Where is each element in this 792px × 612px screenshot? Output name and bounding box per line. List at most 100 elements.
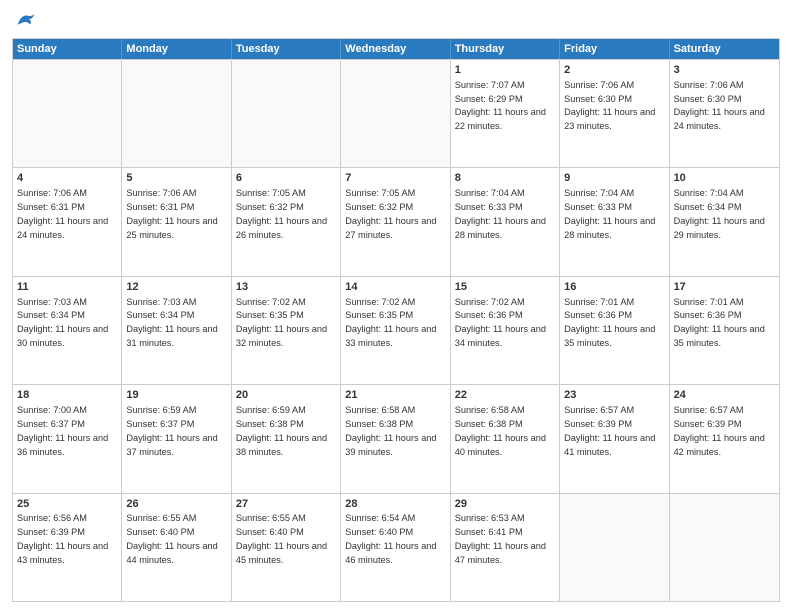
empty-cell	[670, 494, 779, 601]
day-cell-26: 26Sunrise: 6:55 AMSunset: 6:40 PMDayligh…	[122, 494, 231, 601]
weekday-header-saturday: Saturday	[670, 39, 779, 59]
day-number: 5	[126, 171, 226, 186]
calendar-row-1: 4 Sunrise: 7:06 AMSunset: 6:31 PMDaylight…	[13, 167, 779, 275]
day-cell-9: 9 Sunrise: 7:04 AMSunset: 6:33 PMDaylight…	[560, 168, 669, 275]
logo	[12, 10, 36, 32]
sun-info: Sunrise: 7:00 AMSunset: 6:37 PMDaylight:…	[17, 405, 108, 456]
sun-info: Sunrise: 6:58 AMSunset: 6:38 PMDaylight:…	[455, 405, 546, 456]
sun-info: Sunrise: 6:54 AMSunset: 6:40 PMDaylight:…	[345, 513, 436, 564]
empty-cell	[122, 60, 231, 167]
day-number: 24	[674, 388, 775, 403]
day-cell-15: 15 Sunrise: 7:02 AMSunset: 6:36 PMDayligh…	[451, 277, 560, 384]
sun-info: Sunrise: 6:56 AMSunset: 6:39 PMDaylight:…	[17, 513, 108, 564]
sun-info: Sunrise: 7:06 AMSunset: 6:30 PMDaylight:…	[564, 80, 655, 131]
day-number: 1	[455, 63, 555, 78]
day-number: 15	[455, 280, 555, 295]
day-cell-20: 20 Sunrise: 6:59 AMSunset: 6:38 PMDayligh…	[232, 385, 341, 492]
sun-info: Sunrise: 6:53 AMSunset: 6:41 PMDaylight:…	[455, 513, 546, 564]
calendar-row-4: 25Sunrise: 6:56 AMSunset: 6:39 PMDayligh…	[13, 493, 779, 601]
calendar: SundayMondayTuesdayWednesdayThursdayFrid…	[12, 38, 780, 602]
day-cell-24: 24Sunrise: 6:57 AMSunset: 6:39 PMDayligh…	[670, 385, 779, 492]
day-cell-23: 23 Sunrise: 6:57 AMSunset: 6:39 PMDayligh…	[560, 385, 669, 492]
day-number: 29	[455, 497, 555, 512]
calendar-body: 1 Sunrise: 7:07 AMSunset: 6:29 PMDaylight…	[13, 59, 779, 601]
sun-info: Sunrise: 7:01 AMSunset: 6:36 PMDaylight:…	[674, 297, 765, 348]
day-number: 13	[236, 280, 336, 295]
day-cell-5: 5 Sunrise: 7:06 AMSunset: 6:31 PMDaylight…	[122, 168, 231, 275]
day-number: 3	[674, 63, 775, 78]
day-number: 8	[455, 171, 555, 186]
day-number: 9	[564, 171, 664, 186]
day-number: 19	[126, 388, 226, 403]
day-cell-4: 4 Sunrise: 7:06 AMSunset: 6:31 PMDaylight…	[13, 168, 122, 275]
day-cell-7: 7 Sunrise: 7:05 AMSunset: 6:32 PMDaylight…	[341, 168, 450, 275]
sun-info: Sunrise: 6:55 AMSunset: 6:40 PMDaylight:…	[236, 513, 327, 564]
day-cell-27: 27Sunrise: 6:55 AMSunset: 6:40 PMDayligh…	[232, 494, 341, 601]
sun-info: Sunrise: 6:59 AMSunset: 6:38 PMDaylight:…	[236, 405, 327, 456]
weekday-header-friday: Friday	[560, 39, 669, 59]
day-number: 6	[236, 171, 336, 186]
sun-info: Sunrise: 7:04 AMSunset: 6:34 PMDaylight:…	[674, 188, 765, 239]
day-number: 17	[674, 280, 775, 295]
day-cell-22: 22 Sunrise: 6:58 AMSunset: 6:38 PMDayligh…	[451, 385, 560, 492]
day-cell-3: 3 Sunrise: 7:06 AMSunset: 6:30 PMDaylight…	[670, 60, 779, 167]
day-number: 12	[126, 280, 226, 295]
calendar-row-3: 18Sunrise: 7:00 AMSunset: 6:37 PMDayligh…	[13, 384, 779, 492]
sun-info: Sunrise: 7:03 AMSunset: 6:34 PMDaylight:…	[17, 297, 108, 348]
day-cell-16: 16 Sunrise: 7:01 AMSunset: 6:36 PMDayligh…	[560, 277, 669, 384]
day-cell-8: 8 Sunrise: 7:04 AMSunset: 6:33 PMDaylight…	[451, 168, 560, 275]
sun-info: Sunrise: 7:05 AMSunset: 6:32 PMDaylight:…	[345, 188, 436, 239]
day-cell-11: 11 Sunrise: 7:03 AMSunset: 6:34 PMDayligh…	[13, 277, 122, 384]
weekday-header-monday: Monday	[122, 39, 231, 59]
day-number: 7	[345, 171, 445, 186]
day-cell-21: 21 Sunrise: 6:58 AMSunset: 6:38 PMDayligh…	[341, 385, 450, 492]
sun-info: Sunrise: 6:55 AMSunset: 6:40 PMDaylight:…	[126, 513, 217, 564]
day-number: 28	[345, 497, 445, 512]
weekday-header-wednesday: Wednesday	[341, 39, 450, 59]
day-cell-28: 28Sunrise: 6:54 AMSunset: 6:40 PMDayligh…	[341, 494, 450, 601]
empty-cell	[232, 60, 341, 167]
empty-cell	[341, 60, 450, 167]
sun-info: Sunrise: 6:57 AMSunset: 6:39 PMDaylight:…	[564, 405, 655, 456]
weekday-header-thursday: Thursday	[451, 39, 560, 59]
sun-info: Sunrise: 7:05 AMSunset: 6:32 PMDaylight:…	[236, 188, 327, 239]
day-cell-17: 17 Sunrise: 7:01 AMSunset: 6:36 PMDayligh…	[670, 277, 779, 384]
day-number: 4	[17, 171, 117, 186]
weekday-header-tuesday: Tuesday	[232, 39, 341, 59]
day-number: 21	[345, 388, 445, 403]
day-number: 16	[564, 280, 664, 295]
header	[12, 10, 780, 32]
day-number: 23	[564, 388, 664, 403]
sun-info: Sunrise: 7:02 AMSunset: 6:35 PMDaylight:…	[345, 297, 436, 348]
sun-info: Sunrise: 7:02 AMSunset: 6:36 PMDaylight:…	[455, 297, 546, 348]
calendar-row-0: 1 Sunrise: 7:07 AMSunset: 6:29 PMDaylight…	[13, 59, 779, 167]
day-number: 11	[17, 280, 117, 295]
sun-info: Sunrise: 7:07 AMSunset: 6:29 PMDaylight:…	[455, 80, 546, 131]
sun-info: Sunrise: 6:59 AMSunset: 6:37 PMDaylight:…	[126, 405, 217, 456]
day-number: 22	[455, 388, 555, 403]
sun-info: Sunrise: 7:06 AMSunset: 6:31 PMDaylight:…	[126, 188, 217, 239]
day-number: 14	[345, 280, 445, 295]
sun-info: Sunrise: 7:04 AMSunset: 6:33 PMDaylight:…	[564, 188, 655, 239]
day-number: 20	[236, 388, 336, 403]
day-cell-19: 19 Sunrise: 6:59 AMSunset: 6:37 PMDayligh…	[122, 385, 231, 492]
day-cell-18: 18Sunrise: 7:00 AMSunset: 6:37 PMDayligh…	[13, 385, 122, 492]
sun-info: Sunrise: 7:02 AMSunset: 6:35 PMDaylight:…	[236, 297, 327, 348]
day-cell-29: 29Sunrise: 6:53 AMSunset: 6:41 PMDayligh…	[451, 494, 560, 601]
day-number: 26	[126, 497, 226, 512]
day-cell-14: 14 Sunrise: 7:02 AMSunset: 6:35 PMDayligh…	[341, 277, 450, 384]
day-cell-2: 2Sunrise: 7:06 AMSunset: 6:30 PMDaylight…	[560, 60, 669, 167]
weekday-header-sunday: Sunday	[13, 39, 122, 59]
sun-info: Sunrise: 7:01 AMSunset: 6:36 PMDaylight:…	[564, 297, 655, 348]
sun-info: Sunrise: 6:58 AMSunset: 6:38 PMDaylight:…	[345, 405, 436, 456]
day-number: 10	[674, 171, 775, 186]
day-number: 27	[236, 497, 336, 512]
sun-info: Sunrise: 7:06 AMSunset: 6:30 PMDaylight:…	[674, 80, 765, 131]
empty-cell	[560, 494, 669, 601]
day-cell-13: 13 Sunrise: 7:02 AMSunset: 6:35 PMDayligh…	[232, 277, 341, 384]
sun-info: Sunrise: 7:03 AMSunset: 6:34 PMDaylight:…	[126, 297, 217, 348]
sun-info: Sunrise: 7:04 AMSunset: 6:33 PMDaylight:…	[455, 188, 546, 239]
sun-info: Sunrise: 7:06 AMSunset: 6:31 PMDaylight:…	[17, 188, 108, 239]
logo-bird-icon	[14, 10, 36, 32]
day-number: 25	[17, 497, 117, 512]
